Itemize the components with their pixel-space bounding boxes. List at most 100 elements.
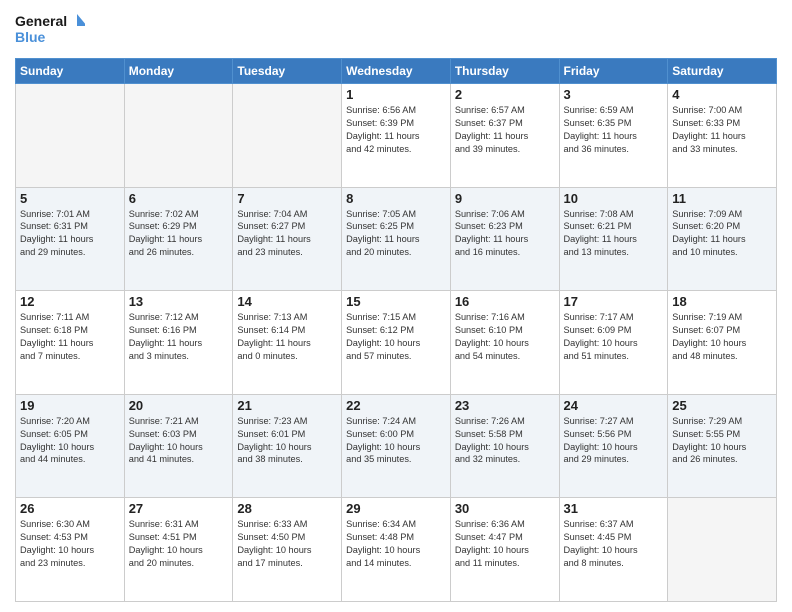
- day-info: Sunrise: 7:00 AMSunset: 6:33 PMDaylight:…: [672, 104, 772, 156]
- calendar-week-2: 5 Sunrise: 7:01 AMSunset: 6:31 PMDaylight…: [16, 187, 777, 291]
- calendar-cell: [16, 84, 125, 188]
- day-info: Sunrise: 6:56 AMSunset: 6:39 PMDaylight:…: [346, 104, 446, 156]
- day-info: Sunrise: 7:08 AMSunset: 6:21 PMDaylight:…: [564, 208, 664, 260]
- calendar-week-3: 12 Sunrise: 7:11 AMSunset: 6:18 PMDayligh…: [16, 291, 777, 395]
- day-info: Sunrise: 7:11 AMSunset: 6:18 PMDaylight:…: [20, 311, 120, 363]
- day-number: 6: [129, 191, 229, 206]
- calendar-cell: 29Sunrise: 6:34 AMSunset: 4:48 PMDayligh…: [342, 498, 451, 602]
- day-info: Sunrise: 7:20 AMSunset: 6:05 PMDaylight:…: [20, 415, 120, 467]
- day-number: 12: [20, 294, 120, 309]
- calendar-cell: [668, 498, 777, 602]
- day-number: 17: [564, 294, 664, 309]
- day-number: 19: [20, 398, 120, 413]
- day-number: 28: [237, 501, 337, 516]
- day-number: 30: [455, 501, 555, 516]
- day-info: Sunrise: 7:05 AMSunset: 6:25 PMDaylight:…: [346, 208, 446, 260]
- svg-text:Blue: Blue: [15, 29, 46, 45]
- day-number: 16: [455, 294, 555, 309]
- calendar-cell: 7 Sunrise: 7:04 AMSunset: 6:27 PMDaylight…: [233, 187, 342, 291]
- day-number: 18: [672, 294, 772, 309]
- day-number: 3: [564, 87, 664, 102]
- calendar-cell: 10 Sunrise: 7:08 AMSunset: 6:21 PMDayligh…: [559, 187, 668, 291]
- calendar-cell: 4 Sunrise: 7:00 AMSunset: 6:33 PMDaylight…: [668, 84, 777, 188]
- page-header: General Blue: [15, 10, 777, 50]
- calendar-cell: 9 Sunrise: 7:06 AMSunset: 6:23 PMDaylight…: [450, 187, 559, 291]
- day-number: 14: [237, 294, 337, 309]
- calendar-cell: 15 Sunrise: 7:15 AMSunset: 6:12 PMDayligh…: [342, 291, 451, 395]
- calendar-cell: 24Sunrise: 7:27 AMSunset: 5:56 PMDayligh…: [559, 394, 668, 498]
- day-number: 5: [20, 191, 120, 206]
- weekday-header-friday: Friday: [559, 59, 668, 84]
- calendar-cell: 28 Sunrise: 6:33 AMSunset: 4:50 PMDayligh…: [233, 498, 342, 602]
- calendar-cell: 23Sunrise: 7:26 AMSunset: 5:58 PMDayligh…: [450, 394, 559, 498]
- day-info: Sunrise: 7:23 AMSunset: 6:01 PMDaylight:…: [237, 415, 337, 467]
- day-info: Sunrise: 7:15 AMSunset: 6:12 PMDaylight:…: [346, 311, 446, 363]
- calendar-cell: 27Sunrise: 6:31 AMSunset: 4:51 PMDayligh…: [124, 498, 233, 602]
- day-info: Sunrise: 7:01 AMSunset: 6:31 PMDaylight:…: [20, 208, 120, 260]
- calendar-week-4: 19 Sunrise: 7:20 AMSunset: 6:05 PMDayligh…: [16, 394, 777, 498]
- day-info: Sunrise: 7:12 AMSunset: 6:16 PMDaylight:…: [129, 311, 229, 363]
- calendar-week-5: 26 Sunrise: 6:30 AMSunset: 4:53 PMDayligh…: [16, 498, 777, 602]
- calendar-cell: 26 Sunrise: 6:30 AMSunset: 4:53 PMDayligh…: [16, 498, 125, 602]
- day-number: 31: [564, 501, 664, 516]
- calendar-cell: 21 Sunrise: 7:23 AMSunset: 6:01 PMDayligh…: [233, 394, 342, 498]
- calendar-cell: 11Sunrise: 7:09 AMSunset: 6:20 PMDayligh…: [668, 187, 777, 291]
- calendar-cell: 22Sunrise: 7:24 AMSunset: 6:00 PMDayligh…: [342, 394, 451, 498]
- day-info: Sunrise: 7:21 AMSunset: 6:03 PMDaylight:…: [129, 415, 229, 467]
- day-info: Sunrise: 6:31 AMSunset: 4:51 PMDaylight:…: [129, 518, 229, 570]
- logo: General Blue: [15, 10, 85, 50]
- day-number: 7: [237, 191, 337, 206]
- weekday-header-sunday: Sunday: [16, 59, 125, 84]
- day-number: 1: [346, 87, 446, 102]
- weekday-header-row: SundayMondayTuesdayWednesdayThursdayFrid…: [16, 59, 777, 84]
- day-info: Sunrise: 7:26 AMSunset: 5:58 PMDaylight:…: [455, 415, 555, 467]
- day-info: Sunrise: 7:17 AMSunset: 6:09 PMDaylight:…: [564, 311, 664, 363]
- weekday-header-thursday: Thursday: [450, 59, 559, 84]
- day-info: Sunrise: 7:27 AMSunset: 5:56 PMDaylight:…: [564, 415, 664, 467]
- calendar-cell: 3Sunrise: 6:59 AMSunset: 6:35 PMDaylight…: [559, 84, 668, 188]
- day-info: Sunrise: 7:02 AMSunset: 6:29 PMDaylight:…: [129, 208, 229, 260]
- day-info: Sunrise: 6:33 AMSunset: 4:50 PMDaylight:…: [237, 518, 337, 570]
- day-number: 10: [564, 191, 664, 206]
- calendar-cell: 17 Sunrise: 7:17 AMSunset: 6:09 PMDayligh…: [559, 291, 668, 395]
- weekday-header-tuesday: Tuesday: [233, 59, 342, 84]
- weekday-header-wednesday: Wednesday: [342, 59, 451, 84]
- day-number: 20: [129, 398, 229, 413]
- calendar-cell: 18 Sunrise: 7:19 AMSunset: 6:07 PMDayligh…: [668, 291, 777, 395]
- day-info: Sunrise: 7:04 AMSunset: 6:27 PMDaylight:…: [237, 208, 337, 260]
- day-number: 15: [346, 294, 446, 309]
- svg-text:General: General: [15, 13, 67, 29]
- calendar: SundayMondayTuesdayWednesdayThursdayFrid…: [15, 58, 777, 602]
- day-number: 9: [455, 191, 555, 206]
- calendar-cell: 5 Sunrise: 7:01 AMSunset: 6:31 PMDaylight…: [16, 187, 125, 291]
- calendar-cell: 2Sunrise: 6:57 AMSunset: 6:37 PMDaylight…: [450, 84, 559, 188]
- day-info: Sunrise: 7:06 AMSunset: 6:23 PMDaylight:…: [455, 208, 555, 260]
- day-info: Sunrise: 6:57 AMSunset: 6:37 PMDaylight:…: [455, 104, 555, 156]
- calendar-cell: 25 Sunrise: 7:29 AMSunset: 5:55 PMDayligh…: [668, 394, 777, 498]
- day-info: Sunrise: 7:16 AMSunset: 6:10 PMDaylight:…: [455, 311, 555, 363]
- calendar-cell: 19 Sunrise: 7:20 AMSunset: 6:05 PMDayligh…: [16, 394, 125, 498]
- calendar-week-1: 1 Sunrise: 6:56 AMSunset: 6:39 PMDaylight…: [16, 84, 777, 188]
- day-number: 26: [20, 501, 120, 516]
- calendar-cell: 1 Sunrise: 6:56 AMSunset: 6:39 PMDaylight…: [342, 84, 451, 188]
- day-info: Sunrise: 6:36 AMSunset: 4:47 PMDaylight:…: [455, 518, 555, 570]
- day-info: Sunrise: 7:29 AMSunset: 5:55 PMDaylight:…: [672, 415, 772, 467]
- calendar-cell: 6 Sunrise: 7:02 AMSunset: 6:29 PMDaylight…: [124, 187, 233, 291]
- calendar-cell: 16 Sunrise: 7:16 AMSunset: 6:10 PMDayligh…: [450, 291, 559, 395]
- day-number: 11: [672, 191, 772, 206]
- day-info: Sunrise: 6:30 AMSunset: 4:53 PMDaylight:…: [20, 518, 120, 570]
- day-number: 21: [237, 398, 337, 413]
- calendar-cell: [124, 84, 233, 188]
- day-number: 4: [672, 87, 772, 102]
- day-info: Sunrise: 7:19 AMSunset: 6:07 PMDaylight:…: [672, 311, 772, 363]
- day-number: 25: [672, 398, 772, 413]
- calendar-cell: 14Sunrise: 7:13 AMSunset: 6:14 PMDayligh…: [233, 291, 342, 395]
- weekday-header-monday: Monday: [124, 59, 233, 84]
- calendar-cell: 13 Sunrise: 7:12 AMSunset: 6:16 PMDayligh…: [124, 291, 233, 395]
- calendar-cell: [233, 84, 342, 188]
- day-number: 8: [346, 191, 446, 206]
- logo-svg: General Blue: [15, 10, 85, 50]
- calendar-cell: 20 Sunrise: 7:21 AMSunset: 6:03 PMDayligh…: [124, 394, 233, 498]
- day-info: Sunrise: 6:37 AMSunset: 4:45 PMDaylight:…: [564, 518, 664, 570]
- day-number: 13: [129, 294, 229, 309]
